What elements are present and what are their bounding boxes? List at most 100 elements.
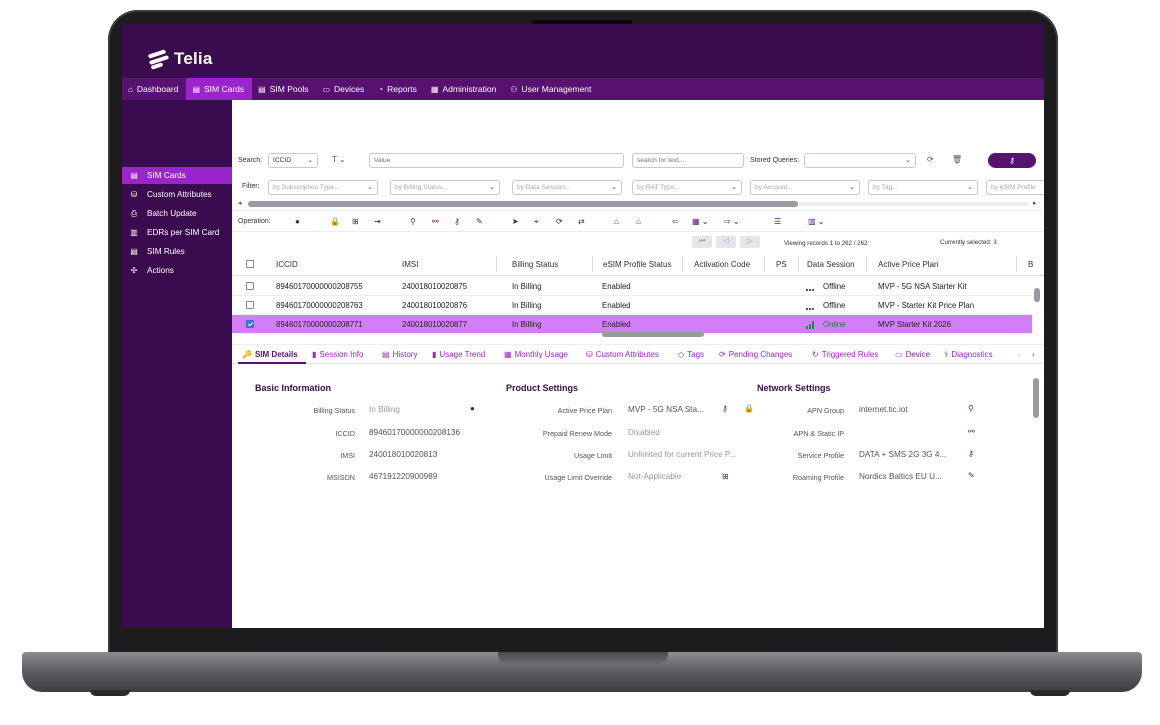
scroll-thumb[interactable] [248, 201, 798, 207]
pencil-icon[interactable]: ✎ [476, 217, 483, 226]
location-icon[interactable]: ⌖ [534, 217, 539, 227]
delete-icon[interactable]: 🗑 [952, 155, 962, 164]
lock-icon[interactable]: 🔒 [330, 217, 340, 226]
sim-swap-icon[interactable]: ⇄ [578, 217, 585, 226]
tag-icon[interactable]: ⌂ [614, 217, 619, 226]
telia-logo[interactable]: Telia [147, 49, 212, 70]
nav-user-management[interactable]: ⚇ User Management [504, 78, 599, 100]
col-imsi[interactable]: IMSI [402, 260, 418, 269]
col-esim-status[interactable]: eSIM Profile Status [603, 260, 671, 269]
activate-icon[interactable]: ● [295, 217, 300, 226]
row-checkbox[interactable] [246, 282, 254, 290]
tab-triggered-rules[interactable]: ↻ Triggered Rules [812, 350, 878, 359]
filter-esim-profile[interactable]: by eSIM Profile [986, 180, 1044, 195]
filter-tag[interactable]: by Tag... ⌄ [868, 180, 978, 195]
nav-sim-cards[interactable]: ▤ SIM Cards [186, 78, 253, 100]
stored-queries-select[interactable]: ⌄ [804, 153, 916, 168]
table-row[interactable]: 89460170000000208755 240018010020875 In … [232, 277, 1032, 296]
sidebar-item-batch-update[interactable]: ⎙ Batch Update [122, 205, 232, 222]
tab-label: Diagnostics [951, 350, 993, 359]
filter-data-session[interactable]: by Data Session... ⌄ [512, 180, 622, 195]
columns-menu-icon[interactable]: ▥ ⌄ [808, 217, 824, 226]
apn-icon[interactable]: ⚲ [410, 217, 416, 226]
pager-next-button[interactable]: ▷ [740, 236, 760, 248]
grid-horizontal-scrollbar[interactable] [602, 332, 704, 337]
sync-icon[interactable]: ⟳ [556, 217, 563, 226]
sidebar-item-sim-cards[interactable]: ▤ SIM Cards [122, 167, 232, 184]
filter-account[interactable]: by Account... ⌄ [750, 180, 860, 195]
bar-chart-icon: ▮ [312, 350, 317, 359]
tab-sim-details[interactable]: 🔑 SIM Details [242, 350, 298, 359]
tab-diagnostics[interactable]: ⚕ Diagnostics [944, 350, 993, 359]
scroll-thumb[interactable] [1034, 288, 1040, 302]
transfer-menu-icon[interactable]: ⇨ ⌄ [724, 217, 740, 226]
send-icon[interactable]: ➤ [512, 217, 519, 226]
sidebar-item-edrs[interactable]: ▥ EDRs per SIM Card [122, 224, 232, 241]
sidebar-item-custom-attributes[interactable]: ⛁ Custom Attributes [122, 186, 232, 203]
filter-rat-type[interactable]: by RAT Type... ⌄ [632, 180, 742, 195]
col-ps[interactable]: PS [776, 260, 787, 269]
edit-box-icon[interactable]: ⊞ [722, 472, 729, 481]
nav-administration[interactable]: ▦ Administration [425, 78, 504, 100]
filter-subscription-type[interactable]: by Subscription Type... ⌄ [268, 180, 378, 195]
col-activation-code[interactable]: Activation Code [694, 260, 750, 269]
pager-first-button[interactable]: ⏮ [692, 236, 712, 248]
select-all-checkbox[interactable] [246, 260, 254, 268]
details-scrollbar[interactable] [1032, 368, 1040, 492]
sidebar-item-sim-rules[interactable]: ▤ SIM Rules [122, 243, 232, 260]
search-field-select[interactable]: ICCID ⌄ [268, 153, 318, 168]
grid-vertical-scrollbar[interactable] [1034, 278, 1040, 332]
static-ip-icon[interactable]: ⚯ [432, 217, 439, 226]
nav-reports[interactable]: ◔ Reports [372, 78, 425, 100]
search-value-input[interactable] [369, 153, 624, 168]
scroll-right-icon[interactable]: ▸ [1033, 199, 1037, 207]
apn-icon[interactable]: ⚲ [968, 404, 974, 413]
col-billing-status[interactable]: Billing Status [512, 260, 558, 269]
search-text-input[interactable] [632, 153, 744, 168]
key-icon[interactable]: ⚷ [722, 404, 728, 413]
text-type-icon[interactable]: T ⌄ [332, 155, 346, 164]
sidebar-item-actions[interactable]: ✣ Actions [122, 262, 232, 279]
col-iccid[interactable]: ICCID [276, 260, 298, 269]
tabs-next-icon[interactable]: › [1032, 350, 1035, 359]
static-ip-icon[interactable]: ⚯ [968, 427, 975, 436]
export-icon[interactable]: ⇥ [374, 217, 381, 226]
tab-history[interactable]: ▤ History [382, 350, 417, 359]
tag-remove-icon[interactable]: ⌂ [636, 217, 641, 226]
scroll-thumb[interactable] [1033, 378, 1039, 418]
search-button[interactable]: ⚷ [988, 153, 1036, 168]
column-divider [1016, 256, 1017, 272]
pager-prev-button[interactable]: ◁ [716, 236, 736, 248]
col-b[interactable]: B [1028, 260, 1033, 269]
pencil-icon[interactable]: ✎ [968, 471, 975, 480]
edit-box-icon[interactable]: ⊞ [352, 217, 359, 226]
col-active-price-plan[interactable]: Active Price Plan [878, 260, 938, 269]
filter-billing-status[interactable]: by Billing Status... ⌄ [390, 180, 500, 195]
reload-icon[interactable]: ⟳ [927, 155, 934, 164]
batch-update-icon: ⎙ [130, 208, 138, 218]
scroll-left-icon[interactable]: ◂ [238, 199, 242, 207]
key-icon[interactable]: ⚷ [968, 449, 974, 458]
nav-dashboard[interactable]: ⌂ Dashboard [122, 78, 186, 100]
tabs-prev-icon[interactable]: ‹ [1018, 350, 1021, 359]
tab-tags[interactable]: ◇ Tags [678, 350, 704, 359]
row-checkbox[interactable] [246, 320, 254, 328]
lock-icon[interactable]: 🔒 [744, 404, 754, 413]
nav-sim-pools[interactable]: ▤ SIM Pools [252, 78, 316, 100]
key-icon[interactable]: ⚷ [454, 217, 460, 226]
list-icon[interactable]: ☰ [774, 217, 781, 226]
table-row[interactable]: 89460170000000208763 240018010020876 In … [232, 296, 1032, 315]
filter-scrollbar[interactable]: ◂ ▸ [238, 200, 1040, 208]
tab-custom-attributes[interactable]: ⛁ Custom Attributes [586, 350, 659, 359]
nav-devices[interactable]: ▭ Devices [316, 78, 372, 100]
msisdn-value: 467191220900989 [369, 472, 438, 481]
row-checkbox[interactable] [246, 301, 254, 309]
tab-session-info[interactable]: ▮ Session Info [312, 350, 363, 359]
col-data-session[interactable]: Data Session [807, 260, 855, 269]
move-icon[interactable]: ⇦ [672, 217, 679, 226]
tab-device[interactable]: ▭ Device [895, 350, 930, 359]
tab-pending-changes[interactable]: ⟳ Pending Changes [719, 350, 792, 359]
report-menu-icon[interactable]: ▦ ⌄ [692, 217, 708, 226]
tab-monthly-usage[interactable]: ▦ Monthly Usage [504, 350, 568, 359]
tab-usage-trend[interactable]: ▮ Usage Trend [432, 350, 485, 359]
